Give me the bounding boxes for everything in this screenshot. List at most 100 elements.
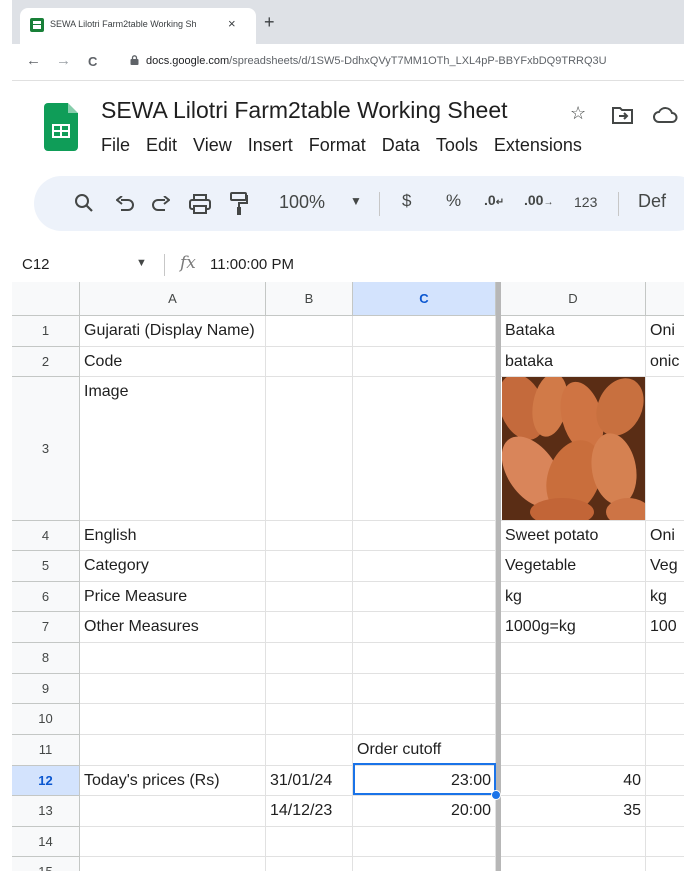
cell-c[interactable]: 20:00 [353, 796, 496, 827]
cell-c[interactable] [353, 521, 496, 551]
cell-b[interactable] [266, 643, 353, 674]
cell-c[interactable] [353, 643, 496, 674]
cell-e[interactable] [646, 796, 684, 827]
menu-data[interactable]: Data [382, 135, 420, 155]
name-box-dropdown-icon[interactable]: ▼ [136, 257, 147, 269]
menu-format[interactable]: Format [309, 135, 366, 155]
zoom-dropdown-arrow-icon[interactable]: ▼ [350, 194, 362, 208]
cell-c[interactable]: Order cutoff [353, 735, 496, 766]
menu-file[interactable]: File [101, 135, 130, 155]
cell-d[interactable] [501, 857, 646, 871]
cell-e[interactable] [646, 674, 684, 704]
document-title[interactable]: SEWA Lilotri Farm2table Working Sheet [101, 97, 508, 124]
cell-b[interactable] [266, 551, 353, 582]
redo-icon[interactable] [152, 196, 170, 212]
cell-a[interactable]: Today's prices (Rs) [80, 766, 266, 796]
cell-e[interactable] [646, 827, 684, 857]
row-header[interactable]: 5 [12, 551, 80, 582]
cell-e[interactable] [646, 643, 684, 674]
cell-d[interactable]: Bataka [501, 316, 646, 347]
back-button[interactable]: ← [26, 52, 41, 69]
row-header[interactable]: 1 [12, 316, 80, 347]
row-header[interactable]: 11 [12, 735, 80, 766]
cell-b[interactable]: 31/01/24 [266, 766, 353, 796]
name-box[interactable]: C12 [22, 256, 50, 273]
cell-b[interactable] [266, 582, 353, 612]
column-header-e[interactable] [646, 282, 684, 316]
percent-format-button[interactable]: % [446, 191, 461, 211]
cell-c[interactable] [353, 827, 496, 857]
cell-c[interactable] [353, 857, 496, 871]
row-header[interactable]: 8 [12, 643, 80, 674]
currency-format-button[interactable]: $ [402, 191, 411, 211]
reload-button[interactable]: C [88, 54, 97, 69]
row-header[interactable]: 4 [12, 521, 80, 551]
cell-a[interactable] [80, 704, 266, 735]
cloud-status-icon[interactable] [652, 106, 682, 124]
font-select[interactable]: Def [638, 191, 666, 212]
row-header[interactable]: 2 [12, 347, 80, 377]
cell-b[interactable] [266, 612, 353, 643]
cell-e[interactable]: Oni [646, 316, 684, 347]
cell-c[interactable] [353, 316, 496, 347]
menu-view[interactable]: View [193, 135, 232, 155]
tab-close-icon[interactable]: × [228, 16, 236, 31]
row-header[interactable]: 3 [12, 377, 80, 521]
move-to-folder-icon[interactable] [612, 106, 634, 124]
paint-format-icon[interactable] [230, 192, 248, 216]
sweet-potato-image[interactable] [502, 377, 645, 520]
row-header[interactable]: 9 [12, 674, 80, 704]
cell-c[interactable] [353, 582, 496, 612]
cell-c[interactable] [353, 674, 496, 704]
cell-d[interactable]: Vegetable [501, 551, 646, 582]
increase-decimal-button[interactable]: .00→ [524, 192, 553, 208]
menu-extensions[interactable]: Extensions [494, 135, 582, 155]
cell-b[interactable] [266, 704, 353, 735]
cell-b[interactable] [266, 735, 353, 766]
search-icon[interactable] [74, 193, 94, 213]
cell-d[interactable]: 35 [501, 796, 646, 827]
cell-d[interactable] [501, 674, 646, 704]
cell-e[interactable] [646, 766, 684, 796]
cell-e[interactable]: Veg [646, 551, 684, 582]
cell-c[interactable] [353, 704, 496, 735]
column-header-a[interactable]: A [80, 282, 266, 316]
cell-a[interactable]: Other Measures [80, 612, 266, 643]
star-icon[interactable]: ☆ [570, 103, 586, 124]
select-all-corner[interactable] [12, 282, 80, 316]
sheets-logo-icon[interactable] [44, 103, 78, 151]
cell-b[interactable] [266, 316, 353, 347]
cell-b[interactable] [266, 377, 353, 521]
cell-b[interactable] [266, 827, 353, 857]
cell-d[interactable]: 1000g=kg [501, 612, 646, 643]
url-field[interactable]: docs.google.com/spreadsheets/d/1SW5-Ddhx… [146, 55, 607, 67]
column-header-b[interactable]: B [266, 282, 353, 316]
row-header[interactable]: 13 [12, 796, 80, 827]
cell-b[interactable] [266, 674, 353, 704]
cell-b[interactable]: 14/12/23 [266, 796, 353, 827]
cell-a[interactable] [80, 827, 266, 857]
cell-d[interactable] [501, 704, 646, 735]
fill-handle[interactable] [491, 790, 501, 800]
lock-icon[interactable] [130, 55, 139, 65]
print-icon[interactable] [189, 194, 211, 214]
cell-c[interactable] [353, 612, 496, 643]
cell-d[interactable] [501, 827, 646, 857]
frozen-column-divider[interactable] [496, 282, 501, 871]
cell-d[interactable]: kg [501, 582, 646, 612]
cell-b[interactable] [266, 521, 353, 551]
menu-insert[interactable]: Insert [248, 135, 293, 155]
cell-a[interactable] [80, 857, 266, 871]
column-header-d[interactable]: D [501, 282, 646, 316]
decrease-decimal-button[interactable]: .0↵ [484, 192, 504, 208]
row-header[interactable]: 6 [12, 582, 80, 612]
row-header[interactable]: 15 [12, 857, 80, 871]
cell-c[interactable] [353, 551, 496, 582]
menu-tools[interactable]: Tools [436, 135, 478, 155]
browser-tab[interactable]: SEWA Lilotri Farm2table Working Sh × [20, 8, 256, 44]
cell-d[interactable] [501, 735, 646, 766]
cell-a[interactable] [80, 796, 266, 827]
cell-a[interactable]: Category [80, 551, 266, 582]
cell-d[interactable]: bataka [501, 347, 646, 377]
cell-a[interactable] [80, 674, 266, 704]
